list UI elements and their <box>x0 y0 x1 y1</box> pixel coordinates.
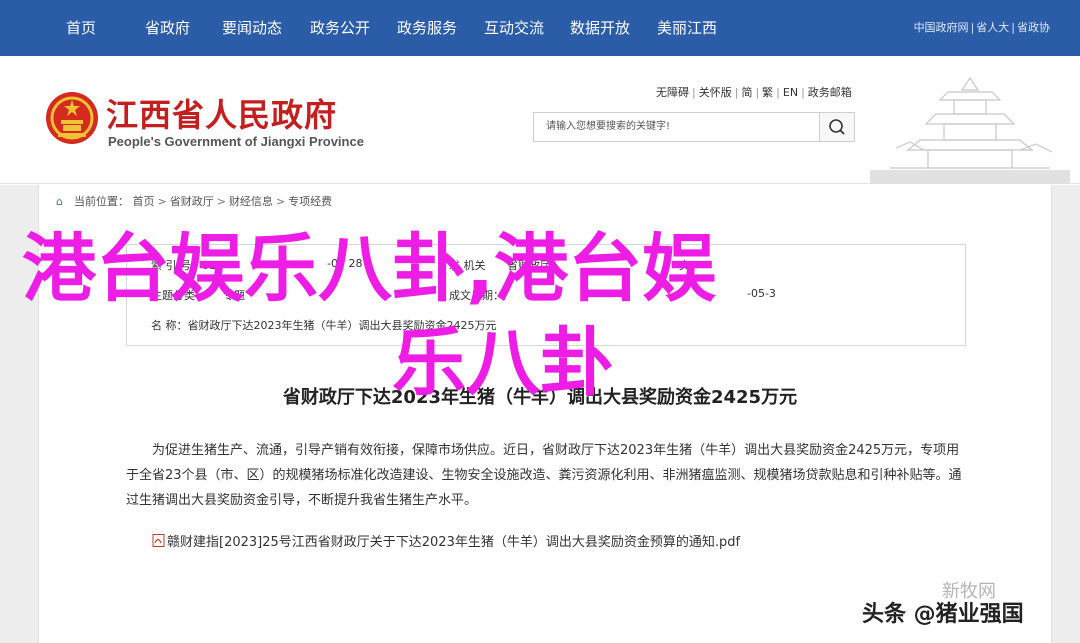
pdf-icon <box>152 534 165 547</box>
utility-links: 无障碍 | 关怀版 | 简 | 繁 | EN | 政务邮箱 <box>656 86 852 99</box>
link-english[interactable]: EN <box>783 86 798 99</box>
breadcrumb: ⌂ 当前位置： 首页 > 省财政厅 > 财经信息 > 专项经费 <box>56 195 333 208</box>
nav-interaction[interactable]: 互动交流 <box>484 0 544 56</box>
site-title[interactable]: 江西省人民政府 <box>106 90 337 136</box>
search-input[interactable]: 请输入您想要搜索的关键字! <box>533 112 820 142</box>
site-header: 江西省人民政府 People's Government of Jiangxi P… <box>0 56 1080 184</box>
nav-home[interactable]: 首页 <box>66 0 96 56</box>
breadcrumb-finance-info[interactable]: 财经信息 <box>229 195 273 208</box>
link-gov-mail[interactable]: 政务邮箱 <box>808 86 852 99</box>
link-provincial-congress[interactable]: 省人大 <box>976 21 1009 34</box>
link-simplified[interactable]: 简 <box>741 86 752 99</box>
credit-watermark: 头条 @猪业强国 <box>862 602 1024 627</box>
nav-gov-services[interactable]: 政务服务 <box>397 0 457 56</box>
attachment-link[interactable]: 赣财建指[2023]25号江西省财政厅关于下达2023年生猪（牛羊）调出大县奖励… <box>152 531 740 550</box>
overlay-line-2: 乐八卦 <box>392 320 614 406</box>
nav-province-gov[interactable]: 省政府 <box>145 0 190 56</box>
top-nav: 首页 省政府 要闻动态 政务公开 政务服务 互动交流 数据开放 美丽江西 中国政… <box>0 0 1080 56</box>
link-traditional[interactable]: 繁 <box>762 86 773 99</box>
attachment-filename[interactable]: 赣财建指[2023]25号江西省财政厅关于下达2023年生猪（牛羊）调出大县奖励… <box>167 535 740 550</box>
nav-news[interactable]: 要闻动态 <box>222 0 282 56</box>
home-icon: ⌂ <box>56 195 63 208</box>
overlay-line-1: 港台娱乐八卦,港台娱 <box>22 226 717 312</box>
breadcrumb-special-funds[interactable]: 专项经费 <box>288 195 332 208</box>
link-provincial-cppcc[interactable]: 省政协 <box>1017 21 1050 34</box>
nav-gov-affairs-open[interactable]: 政务公开 <box>310 0 370 56</box>
search-button[interactable] <box>819 112 855 142</box>
link-china-gov[interactable]: 中国政府网 <box>914 21 969 34</box>
tengwang-pavilion-illustration <box>870 76 1070 184</box>
site-subtitle: People's Government of Jiangxi Province <box>108 134 364 149</box>
breadcrumb-label: 当前位置： <box>74 195 129 208</box>
overlay-caption: 港台娱乐八卦,港台娱 乐八卦 <box>22 222 1022 410</box>
national-emblem-icon <box>46 92 98 144</box>
breadcrumb-home[interactable]: 首页 <box>133 195 155 208</box>
article-body: 为促进生猪生产、流通，引导产销有效衔接，保障市场供应。近日，省财政厅下达2023… <box>126 443 962 508</box>
nav-open-data[interactable]: 数据开放 <box>570 0 630 56</box>
link-care-version[interactable]: 关怀版 <box>699 86 732 99</box>
search-icon <box>829 119 845 135</box>
link-accessibility[interactable]: 无障碍 <box>656 86 689 99</box>
nav-beautiful-jiangxi[interactable]: 美丽江西 <box>657 0 717 56</box>
top-right-links: 中国政府网 | 省人大 | 省政协 <box>913 21 1050 34</box>
breadcrumb-finance-dept[interactable]: 省财政厅 <box>170 195 214 208</box>
